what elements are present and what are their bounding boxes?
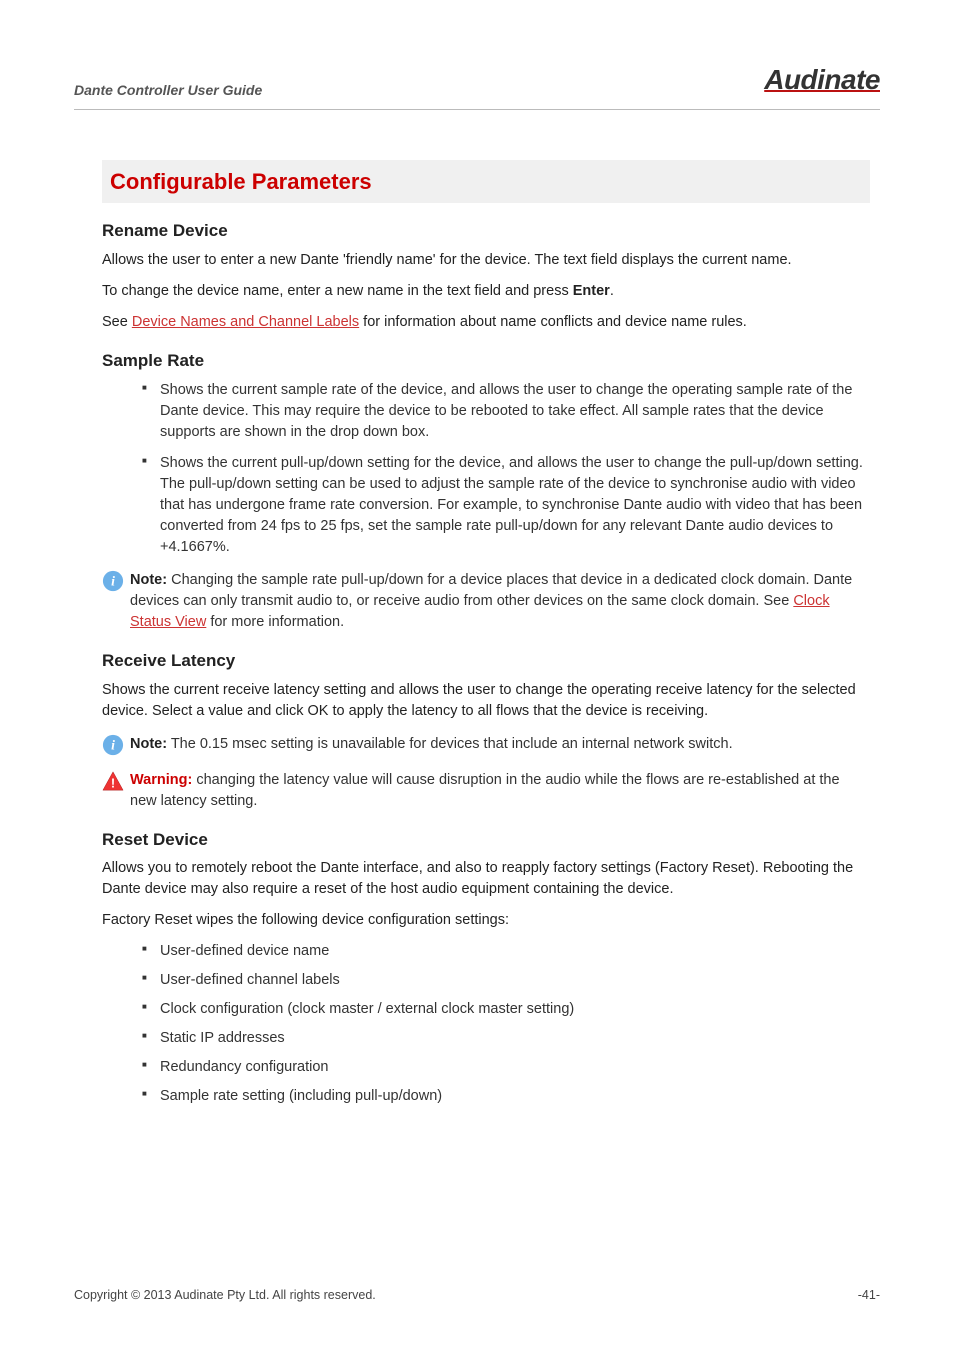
rename-heading: Rename Device <box>102 219 870 244</box>
svg-text:!: ! <box>111 775 115 790</box>
warning-icon: ! <box>102 770 124 792</box>
reset-p2: Factory Reset wipes the following device… <box>102 910 870 931</box>
device-names-link[interactable]: Device Names and Channel Labels <box>132 314 359 330</box>
info-icon: i <box>102 734 124 756</box>
list-item: Shows the current sample rate of the dev… <box>142 380 870 443</box>
list-item: User-defined channel labels <box>142 970 870 991</box>
list-item: User-defined device name <box>142 941 870 962</box>
sample-rate-note: i Note: Changing the sample rate pull-up… <box>102 570 870 633</box>
page-header: Dante Controller User Guide Audinate <box>74 60 880 110</box>
latency-warning: ! Warning: changing the latency value wi… <box>102 770 870 812</box>
list-item: Sample rate setting (including pull-up/d… <box>142 1086 870 1107</box>
page-number: -41- <box>858 1286 880 1304</box>
svg-text:i: i <box>111 737 115 752</box>
list-item: Shows the current pull-up/down setting f… <box>142 453 870 558</box>
svg-text:i: i <box>111 574 115 589</box>
page-container: Dante Controller User Guide Audinate Con… <box>0 0 954 1350</box>
note-label: Note: <box>130 572 167 588</box>
list-item: Static IP addresses <box>142 1028 870 1049</box>
latency-p1: Shows the current receive latency settin… <box>102 680 870 722</box>
reset-p1: Allows you to remotely reboot the Dante … <box>102 858 870 900</box>
reset-heading: Reset Device <box>102 828 870 853</box>
page-footer: Copyright © 2013 Audinate Pty Ltd. All r… <box>74 1286 880 1304</box>
info-icon: i <box>102 570 124 592</box>
rename-p1: Allows the user to enter a new Dante 'fr… <box>102 250 870 271</box>
content-area: Configurable Parameters Rename Device Al… <box>74 160 880 1108</box>
section-heading: Configurable Parameters <box>102 160 870 204</box>
list-item: Clock configuration (clock master / exte… <box>142 999 870 1020</box>
reset-list: User-defined device name User-defined ch… <box>142 941 870 1107</box>
copyright-text: Copyright © 2013 Audinate Pty Ltd. All r… <box>74 1286 376 1304</box>
warning-label: Warning: <box>130 772 192 788</box>
latency-note: i Note: The 0.15 msec setting is unavail… <box>102 734 870 756</box>
rename-p3: See Device Names and Channel Labels for … <box>102 312 870 333</box>
list-item: Redundancy configuration <box>142 1057 870 1078</box>
note-label: Note: <box>130 736 167 752</box>
doc-title: Dante Controller User Guide <box>74 80 262 100</box>
rename-p2: To change the device name, enter a new n… <box>102 281 870 302</box>
sample-rate-list: Shows the current sample rate of the dev… <box>142 380 870 558</box>
sample-rate-heading: Sample Rate <box>102 349 870 374</box>
latency-heading: Receive Latency <box>102 649 870 674</box>
brand-logo: Audinate <box>764 60 880 101</box>
